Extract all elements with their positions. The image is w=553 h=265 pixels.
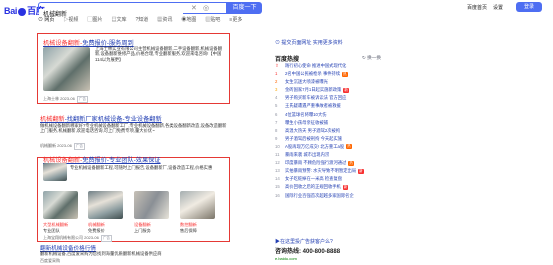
- hot-item[interactable]: 16 国际行业百强首次超越多家国际名企: [275, 192, 385, 200]
- login-button[interactable]: 登录: [516, 2, 542, 12]
- refresh-hot-button[interactable]: ↻ 换一换: [362, 55, 381, 61]
- result-3-meta: 上海宝翔机械有限公司 2023-06 广告: [43, 235, 112, 242]
- tab-wenku[interactable]: ▤文库: [111, 16, 126, 23]
- result-3-sub-2: 免费报价: [88, 228, 105, 233]
- settings-link[interactable]: 设置: [493, 4, 503, 11]
- result-2-title[interactable]: 机械翻新-找翻新厂家机械设备-专业设备翻新: [40, 114, 162, 123]
- hot-item[interactable]: 4 男子购买新车被诉讼法 官方回应: [275, 94, 385, 102]
- result-3-snippet: 专业机械设备翻新工程,可随时上门报告,设备翻新厂,设备改造工程,价格实惠: [70, 165, 213, 170]
- result-3-thumb-1[interactable]: [43, 191, 78, 219]
- tab-image[interactable]: ▢图片: [87, 16, 102, 23]
- result-3-sub-4: 售后保障: [180, 228, 197, 233]
- tab-more[interactable]: ≡更多: [229, 16, 242, 23]
- hot-item[interactable]: 2 女生沉迷大喷漆被曝光: [275, 78, 385, 86]
- hot-item[interactable]: 12 印度暴雨 不顾危险强行渡河通过热: [275, 159, 385, 167]
- hot-item[interactable]: 5 王氏疑遭遇严重事故者被救援: [275, 102, 385, 110]
- tab-web[interactable]: ⊙ 网页: [38, 16, 54, 23]
- tab-video[interactable]: ▷视频: [63, 16, 78, 23]
- hot-item[interactable]: 7 曝生小孩母亲征收被捕: [275, 119, 385, 127]
- result-1-snippet: 上海士林实业有限公司主营机械设备翻新,二手设备翻新,机械设备翻新,设备翻新维修产…: [95, 46, 222, 62]
- ad-promo-link[interactable]: ▶在这里投广告获客户么?: [275, 238, 333, 245]
- camera-icon[interactable]: ◎: [203, 4, 209, 12]
- hot-item[interactable]: 14 女子吃蛇掉在一米高 检查复盘: [275, 175, 385, 183]
- tab-tieba[interactable]: ▥贴吧: [205, 16, 220, 23]
- hot-item[interactable]: ⇧ 践行初心使命 推进中国式现代化: [275, 62, 385, 70]
- pin-icon: ⇧: [275, 63, 279, 68]
- hot-item[interactable]: 15 高价回收之后的正规回收手机新: [275, 183, 385, 191]
- info-icon: ⊙: [275, 40, 281, 46]
- hot-item[interactable]: 13 实拍暴雨预警: 水灾导致不明暂定出局新: [275, 167, 385, 175]
- hot-item[interactable]: 3 金砖国家7月1日起实施新政策新: [275, 86, 385, 94]
- result-4-meta: 百度爱采购: [40, 258, 60, 263]
- result-1-meta: 上海士林 2023-06 广告: [43, 96, 88, 103]
- refresh-icon: ↻: [362, 55, 366, 60]
- result-3-thumb-3[interactable]: [134, 191, 169, 219]
- result-2-snippet: 做机械设备翻新哪家好?专业机械设备翻新工厂,专业机械设备翻新,各类设备翻新改造,…: [40, 123, 227, 134]
- hot-item[interactable]: 1 2名中国公民被枪杀 事件持续热: [275, 70, 385, 78]
- search-tabs: ⊙ 网页 ▷视频 ▢图片 ▤文库 ?知道 ▦资讯 ◉地图 ▥贴吧 ≡更多: [38, 16, 242, 23]
- result-3-thumb-4[interactable]: [180, 191, 215, 219]
- tab-news[interactable]: ▦资讯: [157, 16, 172, 23]
- result-4-snippet: 翻新机械设备,百度爱采购为您找到海量优质翻新机械设备供应商: [40, 251, 162, 256]
- paw-icon: [18, 7, 27, 16]
- result-2-meta: 机械翻新 2023-06 广告: [40, 143, 85, 150]
- hot-search-list: ⇧ 践行初心使命 推进中国式现代化 1 2名中国公民被枪杀 事件持续热 2 女生沉迷大…: [275, 62, 385, 200]
- ad-hotline: 咨询热线: 400-800-8888: [275, 249, 341, 255]
- baidu-home-link[interactable]: 百度首页: [467, 4, 487, 11]
- result-3-thumb-2[interactable]: [88, 191, 123, 219]
- result-3-sub-1: 专业团队: [43, 228, 60, 233]
- hot-item[interactable]: 6 4位篮球名将曝10大伤: [275, 111, 385, 119]
- hot-item[interactable]: 11 暴雨来袭 城市出现内涝: [275, 151, 385, 159]
- hot-item[interactable]: 9 男子酒驾后被刑拘 今天起实施: [275, 135, 385, 143]
- ad-domain[interactable]: e.baidu.com: [275, 256, 297, 261]
- logo-text: Bai: [4, 6, 18, 16]
- hot-item[interactable]: 8 高温大热天 男子酒驾2次被拘: [275, 127, 385, 135]
- result-3-sub-3: 上门服务: [134, 228, 151, 233]
- result-1-image[interactable]: [43, 47, 90, 91]
- tab-map[interactable]: ◉地图: [181, 16, 196, 23]
- tab-zhidao[interactable]: ?知道: [136, 16, 149, 23]
- search-button[interactable]: 百度一下: [227, 2, 262, 14]
- hot-item[interactable]: 10 A股再现万亿成交! 北方重工a股热: [275, 143, 385, 151]
- search-box[interactable]: ✕ ◎: [38, 2, 227, 19]
- submit-url-link[interactable]: ⊙ 提交页面网址 实用更多资料: [275, 39, 343, 46]
- result-3-image-main[interactable]: [43, 163, 67, 181]
- close-icon[interactable]: ✕: [191, 4, 197, 12]
